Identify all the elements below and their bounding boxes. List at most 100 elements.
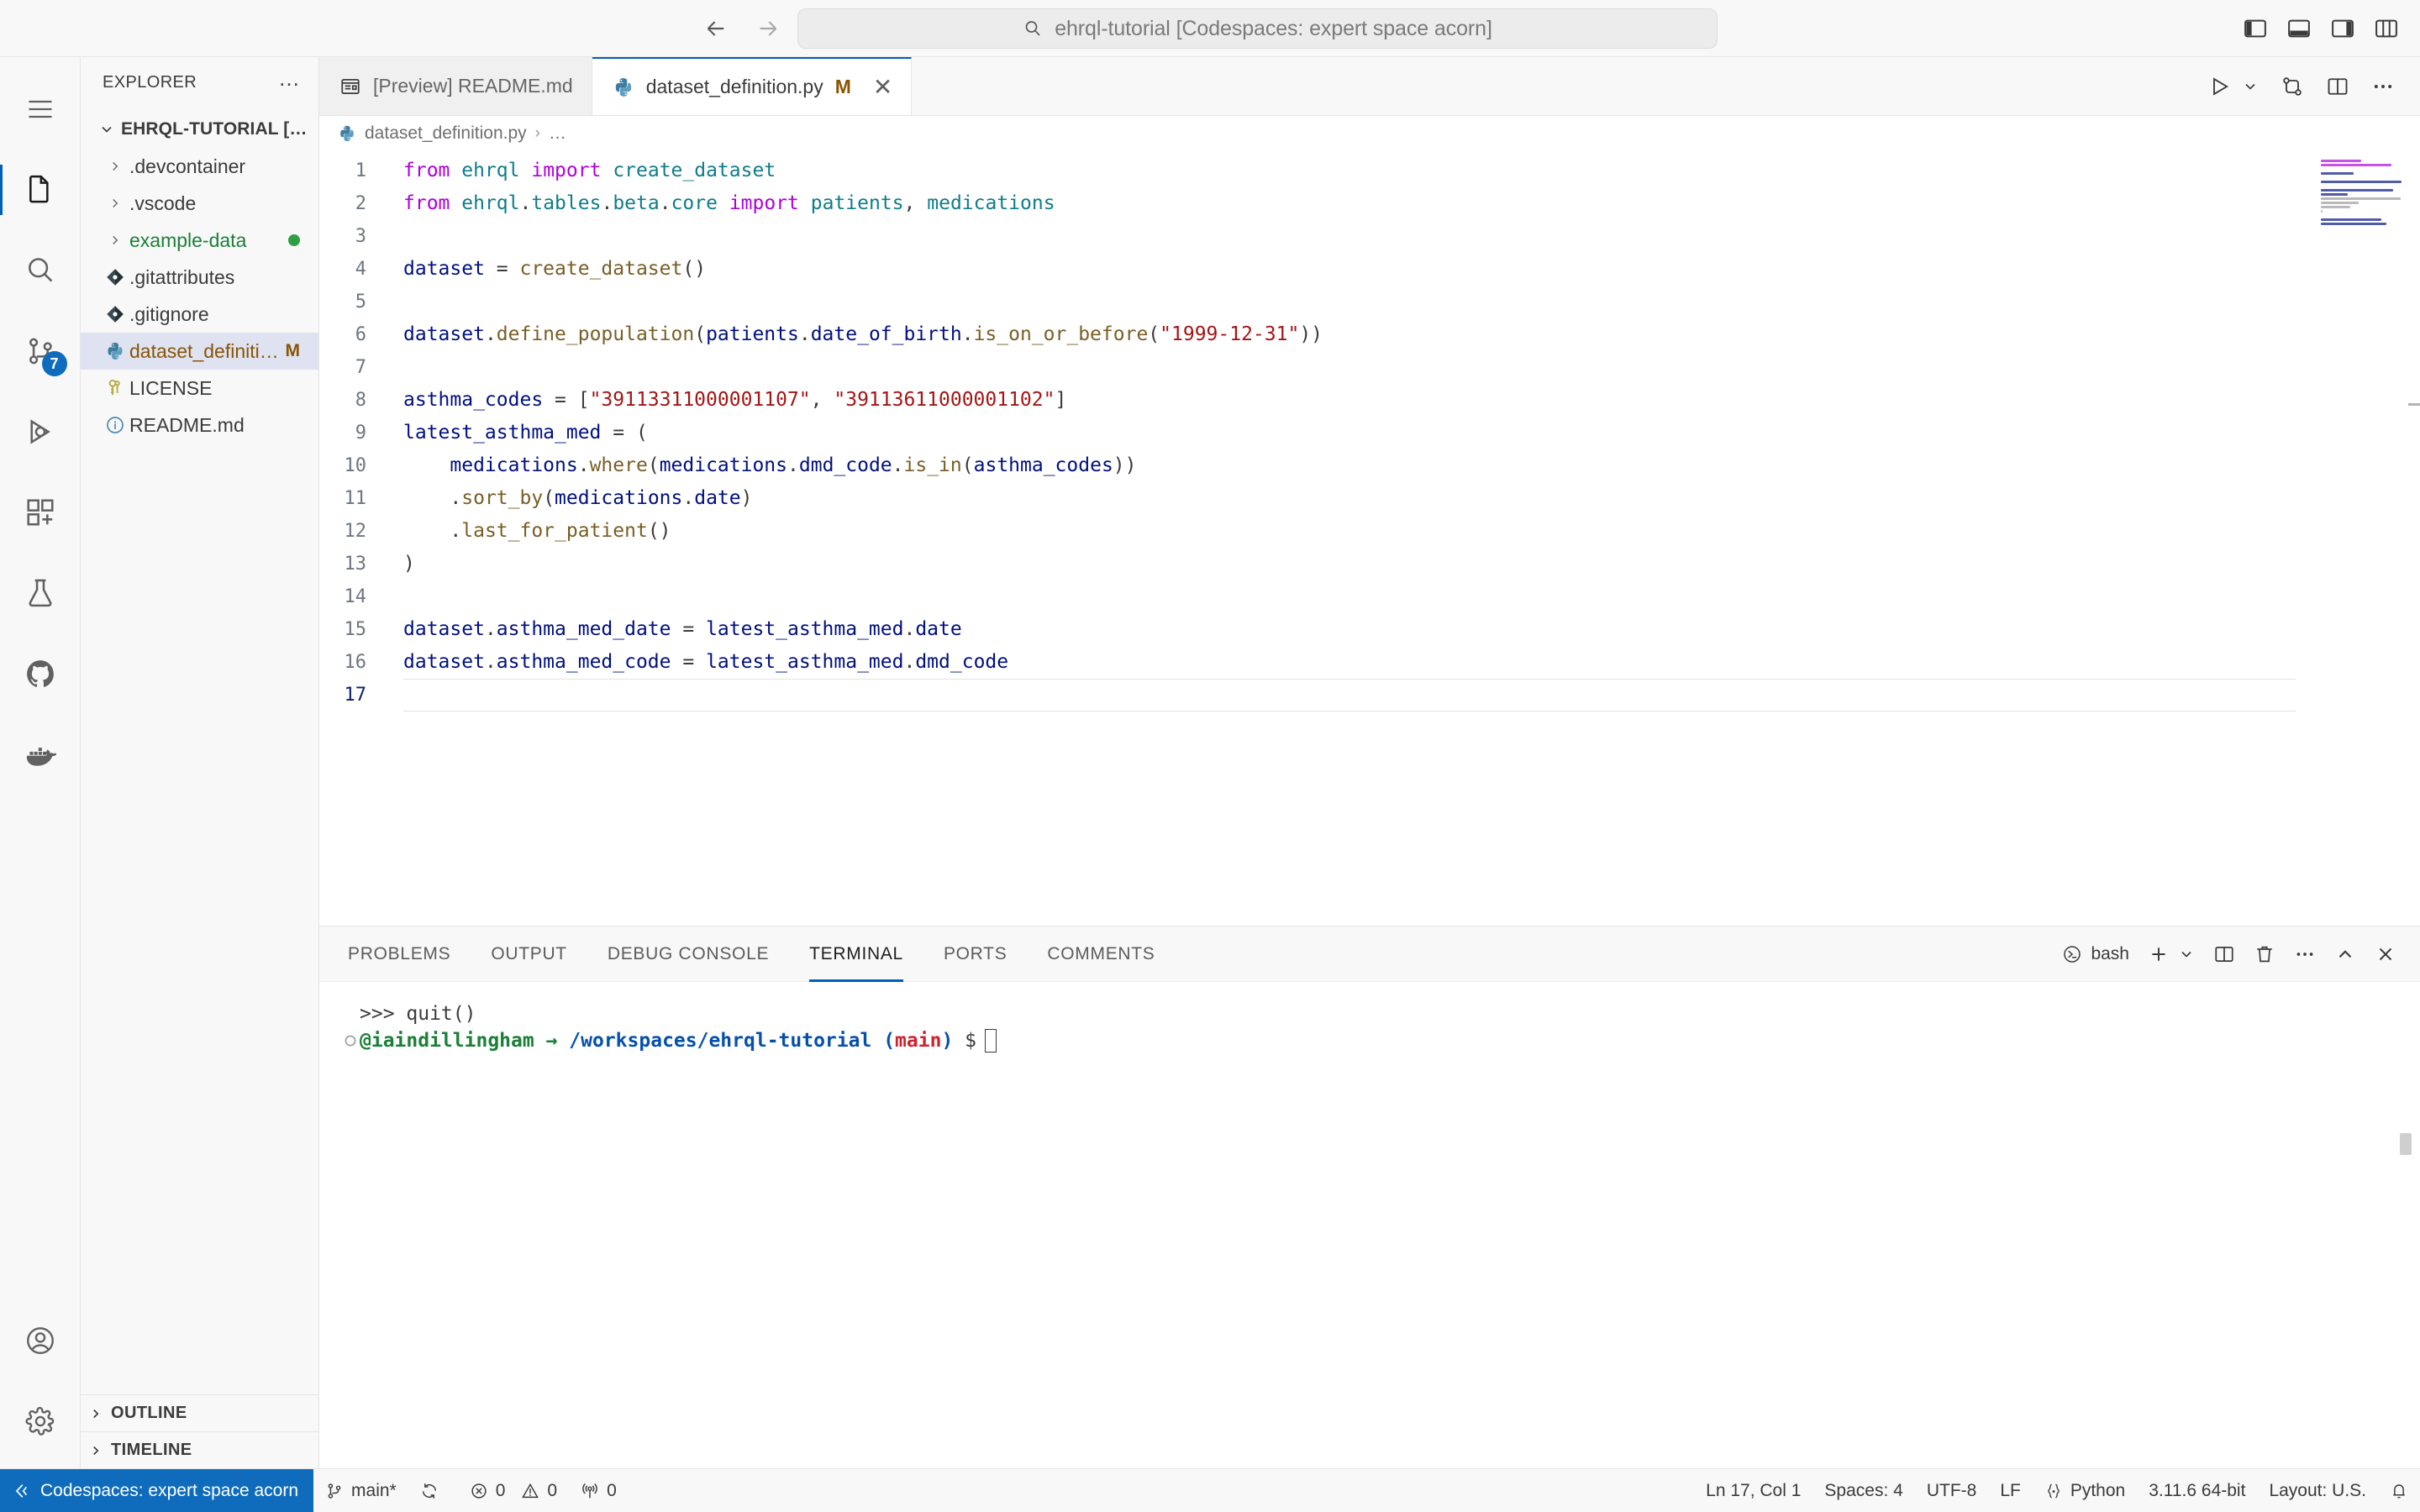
status-sync[interactable] (408, 1469, 458, 1512)
plus-icon[interactable] (2148, 943, 2170, 965)
tree-item-vscode[interactable]: .vscode (81, 185, 318, 222)
sidebar-item-search[interactable] (0, 230, 81, 311)
status-notifications[interactable] (2378, 1469, 2420, 1512)
code-token (450, 160, 461, 181)
status-cursor-position[interactable]: Ln 17, Col 1 (1694, 1469, 1812, 1512)
code-token: ] (1055, 389, 1066, 411)
terminal-scrollbar[interactable] (2400, 1133, 2412, 1155)
chevron-down-icon[interactable] (2242, 78, 2259, 95)
toggle-primary-sidebar-icon[interactable] (2240, 13, 2270, 44)
breadcrumb-file-label: dataset_definition.py (365, 123, 527, 144)
code-line[interactable]: 2from ehrql.tables.beta.core import pati… (319, 187, 2420, 220)
tab-terminal[interactable]: TERMINAL (809, 927, 903, 982)
play-icon[interactable] (2208, 75, 2232, 98)
status-branch[interactable]: main* (313, 1469, 408, 1512)
tab-comments[interactable]: COMMENTS (1047, 927, 1155, 982)
code-line[interactable]: 5 (319, 286, 2420, 318)
code-line[interactable]: 3 (319, 220, 2420, 253)
code-token (450, 192, 461, 214)
tab-dataset-definition-py[interactable]: dataset_definition.py M ✕ (592, 57, 913, 115)
tab-readme-preview[interactable]: [Preview] README.md (319, 57, 592, 115)
status-problems[interactable]: 0 0 (458, 1469, 569, 1512)
explorer-more-actions-icon[interactable]: … (278, 74, 302, 91)
chevron-down-icon[interactable] (2178, 946, 2195, 963)
command-center-search[interactable]: ehrql-tutorial [Codespaces: expert space… (797, 8, 1718, 49)
code-line[interactable]: 1from ehrql import create_dataset (319, 155, 2420, 187)
tree-item-gitignore[interactable]: .gitignore (81, 296, 318, 333)
code-line[interactable]: 13) (319, 548, 2420, 580)
close-icon[interactable] (2375, 943, 2396, 965)
ellipsis-icon[interactable] (2294, 943, 2316, 965)
menu-icon[interactable] (0, 69, 81, 150)
code-line[interactable]: 11 .sort_by(medications.date) (319, 482, 2420, 515)
code-token: core (671, 192, 718, 214)
split-editor-icon[interactable] (2326, 75, 2349, 98)
tree-root-label: EHRQL-TUTORIAL [CODESPACES: EXPERT SPA..… (121, 119, 308, 139)
sidebar-item-github[interactable] (0, 633, 81, 714)
code-line[interactable]: 12 .last_for_patient() (319, 515, 2420, 548)
code-line[interactable]: 16dataset.asthma_med_code = latest_asthm… (319, 646, 2420, 679)
status-interpreter[interactable]: 3.11.6 64-bit (2137, 1469, 2257, 1512)
status-keyboard-layout[interactable]: Layout: U.S. (2257, 1469, 2378, 1512)
tree-item-license[interactable]: LICENSE (81, 370, 318, 407)
tab-debug-console[interactable]: DEBUG CONSOLE (608, 927, 769, 982)
chevron-up-icon[interactable] (2334, 943, 2356, 965)
ellipsis-icon[interactable] (2371, 75, 2395, 98)
code-line[interactable]: 8asthma_codes = ["39113311000001107", "3… (319, 384, 2420, 417)
code-token: = (671, 618, 707, 640)
arrow-left-icon[interactable] (702, 14, 730, 43)
code-editor[interactable]: 1from ehrql import create_dataset2from e… (319, 151, 2420, 926)
status-encoding[interactable]: UTF-8 (1915, 1469, 1989, 1512)
status-language-mode[interactable]: Python (2033, 1469, 2137, 1512)
account-icon[interactable] (0, 1307, 81, 1388)
status-eol[interactable]: LF (1988, 1469, 2033, 1512)
code-line[interactable]: 10 medications.where(medications.dmd_cod… (319, 449, 2420, 482)
sidebar-section-timeline[interactable]: TIMELINE (81, 1431, 318, 1468)
breadcrumb-file[interactable]: dataset_definition.py (338, 123, 527, 144)
split-icon[interactable] (2213, 943, 2235, 965)
sidebar-section-outline[interactable]: OUTLINE (81, 1394, 318, 1431)
status-indentation[interactable]: Spaces: 4 (1812, 1469, 1914, 1512)
terminal-output[interactable]: >>> quit() @iaindillingham → /workspaces… (319, 982, 2420, 1468)
code-token: () (682, 258, 706, 280)
terminal-arrow: → (546, 1027, 558, 1054)
tree-item-example-data[interactable]: example-data (81, 222, 318, 259)
status-ports[interactable]: 0 (569, 1469, 629, 1512)
tree-item-dataset-definition-py[interactable]: dataset_definition.py M (81, 333, 318, 370)
tab-output[interactable]: OUTPUT (491, 927, 567, 982)
toggle-secondary-sidebar-icon[interactable] (2328, 13, 2358, 44)
trash-icon[interactable] (2254, 943, 2275, 965)
tree-root-folder[interactable]: EHRQL-TUTORIAL [CODESPACES: EXPERT SPA..… (81, 111, 318, 148)
tab-ports[interactable]: PORTS (944, 927, 1007, 982)
arrow-right-icon[interactable] (754, 14, 782, 43)
sidebar-item-explorer[interactable] (0, 150, 81, 230)
status-remote-indicator[interactable]: Codespaces: expert space acorn (0, 1469, 313, 1512)
tab-problems[interactable]: PROBLEMS (348, 927, 450, 982)
customize-layout-icon[interactable] (2371, 13, 2402, 44)
terminal-shell-selector[interactable]: bash (2062, 944, 2129, 964)
tree-item-readme-md[interactable]: README.md (81, 407, 318, 444)
code-line[interactable]: 14 (319, 580, 2420, 613)
sidebar-item-extensions[interactable] (0, 472, 81, 553)
tree-item-gitattributes[interactable]: .gitattributes (81, 259, 318, 296)
code-line[interactable]: 15dataset.asthma_med_date = latest_asthm… (319, 613, 2420, 646)
code-line[interactable]: 7 (319, 351, 2420, 384)
gear-icon[interactable] (0, 1388, 81, 1468)
sidebar-item-source-control[interactable]: 7 (0, 311, 81, 391)
code-line[interactable]: 9latest_asthma_med = ( (319, 417, 2420, 449)
current-line-highlight (403, 679, 2296, 711)
code-token: medications (660, 454, 787, 476)
code-line[interactable]: 6dataset.define_population(patients.date… (319, 318, 2420, 351)
code-line[interactable]: 4dataset = create_dataset() (319, 253, 2420, 286)
sidebar-item-docker[interactable] (0, 714, 81, 795)
sidebar-item-testing[interactable] (0, 553, 81, 633)
minimap[interactable] (2321, 160, 2402, 217)
toggle-panel-icon[interactable] (2284, 13, 2314, 44)
code-token: . (799, 323, 811, 345)
sidebar-item-run-and-debug[interactable] (0, 391, 81, 472)
close-icon[interactable]: ✕ (873, 76, 892, 99)
breadcrumb-more[interactable]: … (549, 123, 566, 144)
panel-tab-label: DEBUG CONSOLE (608, 944, 769, 964)
git-compare-icon[interactable] (2281, 75, 2304, 98)
tree-item-devcontainer[interactable]: .devcontainer (81, 148, 318, 185)
